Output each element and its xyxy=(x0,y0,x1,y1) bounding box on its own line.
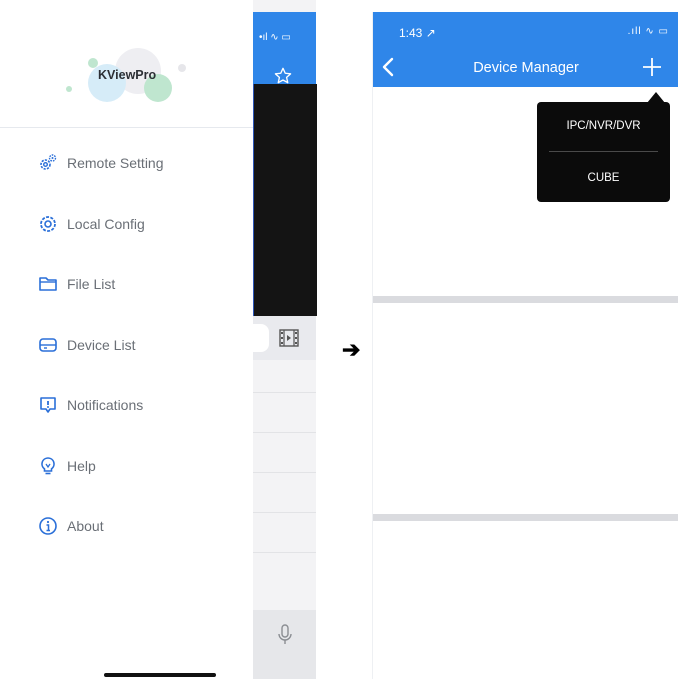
menu-item-about[interactable]: About xyxy=(38,512,238,540)
popup-divider xyxy=(549,151,658,152)
microphone-icon[interactable] xyxy=(277,624,293,646)
add-plus-icon[interactable] xyxy=(641,56,663,78)
toolbar-pill xyxy=(253,324,269,352)
side-drawer-menu: KViewPro Remote Setting Local Config Fil… xyxy=(0,0,253,679)
folder-icon xyxy=(39,277,57,291)
menu-item-label: Notifications xyxy=(67,397,144,413)
right-phone-screen: 1:43 ↗ .ıll ∿ ▭ Device Manager IPC/NVR/D… xyxy=(372,12,678,679)
background-toolbar xyxy=(253,316,316,360)
menu-item-file-list[interactable]: File List xyxy=(38,270,238,298)
status-time: 1:43 ↗ xyxy=(399,26,436,40)
popup-item-ipc-nvr-dvr[interactable]: IPC/NVR/DVR xyxy=(537,102,670,150)
menu-item-label: File List xyxy=(67,276,116,292)
info-icon xyxy=(39,517,57,535)
page-title: Device Manager xyxy=(473,60,579,76)
menu-item-local-config[interactable]: Local Config xyxy=(38,210,238,238)
local-config-gear-icon xyxy=(40,216,56,232)
status-icons: .ıll ∿ ▭ xyxy=(627,26,669,37)
menu-item-notifications[interactable]: Notifications xyxy=(38,391,238,419)
background-bottom-bar xyxy=(253,610,316,679)
menu-item-remote-setting[interactable]: Remote Setting xyxy=(38,149,238,177)
app-logo: KViewPro xyxy=(60,40,200,110)
nav-bar: 1:43 ↗ .ıll ∿ ▭ Device Manager xyxy=(373,12,678,87)
menu-item-label: Remote Setting xyxy=(67,155,164,171)
background-status-icons: •ıl ∿ ▭ xyxy=(259,32,291,43)
menu-item-label: Local Config xyxy=(67,216,145,232)
remote-setting-gears-icon xyxy=(40,154,57,170)
list-divider xyxy=(253,472,316,473)
section-divider xyxy=(373,296,678,303)
list-divider xyxy=(253,432,316,433)
menu-item-device-list[interactable]: Device List xyxy=(38,331,238,359)
list-divider xyxy=(253,512,316,513)
divider xyxy=(0,127,253,128)
background-nav-bar: •ıl ∿ ▭ xyxy=(253,12,316,84)
device-list-icon xyxy=(39,338,57,352)
background-screen: •ıl ∿ ▭ xyxy=(253,0,317,679)
menu-item-help[interactable]: Help xyxy=(38,452,238,480)
notification-alert-icon xyxy=(40,397,56,413)
add-device-popup-menu: IPC/NVR/DVR CUBE xyxy=(537,102,670,202)
home-indicator xyxy=(104,673,216,677)
menu-item-label: Help xyxy=(67,458,96,474)
logo-text: KViewPro xyxy=(98,68,157,82)
popup-item-cube[interactable]: CUBE xyxy=(537,154,670,202)
transition-arrow-icon: ➔ xyxy=(342,337,361,362)
list-divider xyxy=(253,392,316,393)
menu-item-label: Device List xyxy=(67,337,136,353)
left-phone-screen: •ıl ∿ ▭ KViewPro Remote Setting Local Co… xyxy=(0,0,317,679)
star-icon[interactable] xyxy=(273,66,293,86)
film-playback-icon[interactable] xyxy=(279,329,299,347)
list-divider xyxy=(253,552,316,553)
menu-item-label: About xyxy=(67,518,104,534)
lightbulb-help-icon xyxy=(41,457,55,475)
video-view xyxy=(253,84,317,316)
section-divider xyxy=(373,514,678,521)
